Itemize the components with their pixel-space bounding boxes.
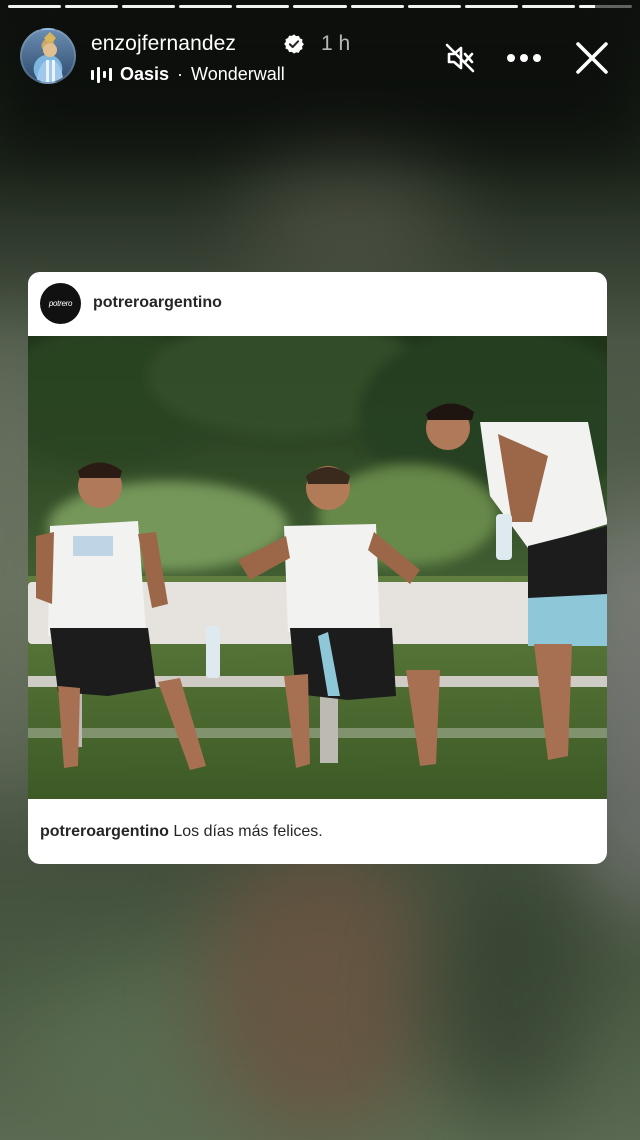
progress-segment [293,5,347,8]
music-sticker[interactable]: Oasis · Wonderwall [91,64,285,85]
music-song: Wonderwall [191,64,285,84]
speaker-muted-icon [445,43,475,73]
verified-badge-icon [284,34,304,54]
mute-button[interactable] [440,38,480,78]
post-time: 1 h [321,32,351,55]
progress-segment [8,5,62,8]
shared-post-username[interactable]: potreroargentino [93,294,222,312]
close-button[interactable] [572,38,612,78]
more-options-button[interactable] [504,38,544,78]
author-avatar[interactable] [20,28,76,84]
progress-segment [236,5,290,8]
music-bars-icon [91,66,112,83]
shared-post-photo[interactable] [28,336,607,799]
caption-username[interactable]: potreroargentino [40,823,169,840]
music-artist: Oasis [120,64,170,84]
progress-segment [179,5,233,8]
story-header: enzojfernandez 1 h Oasis · Wonderwall [20,28,620,90]
more-horizontal-icon [507,54,541,62]
shared-post-avatar[interactable]: potrero [40,283,81,324]
shared-post-card[interactable]: potrero potreroargentino potreroargentin… [28,272,607,864]
progress-segment [464,5,518,8]
music-separator: · [177,64,184,84]
progress-segment [407,5,461,8]
progress-segment [521,5,575,8]
close-icon [576,42,608,74]
story-progress-bar [8,5,633,8]
shared-post-header: potrero potreroargentino [28,272,607,336]
caption-text: Los días más felices. [173,823,323,840]
progress-segment [65,5,119,8]
progress-segment [578,5,633,8]
shared-post-caption: potreroargentino Los días más felices. [40,823,323,841]
author-username[interactable]: enzojfernandez [91,32,236,56]
progress-segment [350,5,404,8]
progress-segment [122,5,176,8]
